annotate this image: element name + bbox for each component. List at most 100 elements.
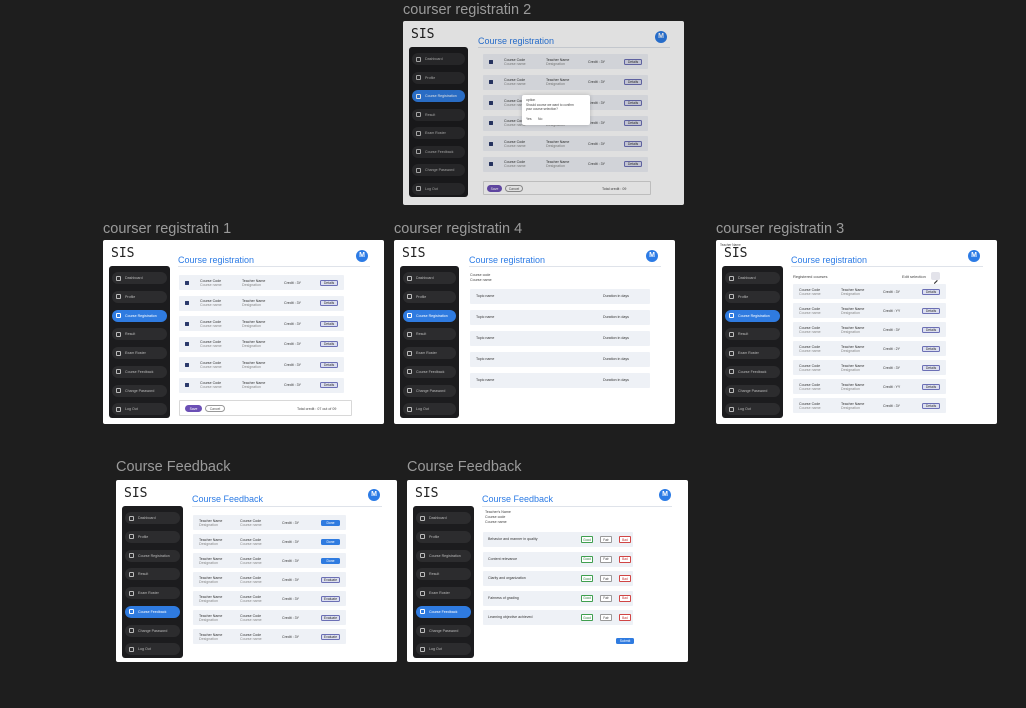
details-button[interactable]: Details [922, 307, 940, 314]
rating-good-option[interactable]: Good [581, 594, 593, 602]
details-button[interactable]: Details [320, 300, 338, 306]
sidebar-item[interactable]: Course Feedback [403, 365, 456, 378]
sidebar-item[interactable]: Result [125, 568, 180, 581]
rating-fair-option[interactable]: Fair [600, 555, 612, 563]
rating-good-option[interactable]: Good [581, 555, 593, 563]
details-button[interactable]: Details [320, 361, 338, 368]
sidebar-item[interactable]: Dashboard [112, 272, 167, 284]
evaluate-button[interactable]: Evaluate [321, 633, 340, 640]
rating-bad-option[interactable]: Bad [619, 555, 631, 563]
sidebar-item[interactable]: Log Out [416, 643, 471, 656]
rating-fair-option[interactable]: Fair [600, 594, 612, 602]
done-button[interactable]: Done [321, 557, 340, 564]
rating-fair-option[interactable]: Fair [600, 575, 612, 582]
sidebar-item-label: Change Password [738, 388, 768, 393]
evaluate-button[interactable]: Evaluate [321, 595, 340, 602]
details-button[interactable]: Details [922, 326, 940, 333]
details-button[interactable]: Details [922, 345, 940, 352]
sidebar-item-label: Course Feedback [738, 369, 767, 374]
sidebar-item[interactable]: Course Feedback [416, 605, 471, 618]
sidebar-item[interactable]: Result [112, 328, 167, 341]
checkbox[interactable] [185, 383, 189, 387]
sidebar-item[interactable]: Profile [112, 290, 167, 303]
details-button[interactable]: Details [320, 279, 338, 286]
rating-good-option[interactable]: Good [581, 536, 593, 543]
sidebar-item[interactable]: Profile [125, 530, 180, 543]
rating-bad-option[interactable]: Bad [619, 536, 631, 543]
sidebar-item[interactable]: Exam Roster [125, 587, 180, 599]
sidebar-item[interactable]: Dashboard [125, 512, 180, 524]
sidebar-item[interactable]: Change Password [112, 384, 167, 397]
dialog-no-button[interactable]: No [538, 117, 542, 121]
course-name: Course name [200, 282, 222, 287]
sidebar-item[interactable]: Log Out [112, 403, 167, 416]
sidebar-item[interactable]: Course Registration [725, 309, 780, 322]
details-button[interactable]: Details [320, 320, 338, 327]
sidebar-item[interactable]: Course Feedback [112, 365, 167, 378]
save-button[interactable]: Save [185, 405, 202, 412]
done-button[interactable]: Done [321, 519, 340, 526]
rating-fair-option[interactable]: Fair [600, 536, 612, 543]
checkbox[interactable] [185, 280, 189, 285]
sidebar-item[interactable]: Log Out [403, 403, 456, 416]
sidebar-item[interactable]: Result [416, 568, 471, 581]
avatar[interactable]: M [356, 250, 368, 262]
sidebar-item[interactable]: Course Registration [112, 309, 167, 322]
sidebar-item[interactable]: Result [725, 328, 780, 341]
sidebar-item[interactable]: Dashboard [416, 512, 471, 524]
sidebar-item[interactable]: Change Password [403, 384, 456, 397]
sidebar-item[interactable]: Course Registration [416, 549, 471, 562]
course-name: Course name [485, 520, 507, 524]
details-button[interactable]: Details [922, 383, 940, 390]
sidebar-item-label: Dashboard [416, 276, 434, 280]
sidebar-item[interactable]: Change Password [725, 384, 780, 397]
details-button[interactable]: Details [922, 364, 940, 371]
sidebar-item[interactable]: Log Out [725, 403, 780, 416]
sidebar-item[interactable]: Course Feedback [125, 605, 180, 618]
sidebar-item[interactable]: Profile [725, 290, 780, 303]
sidebar-item[interactable]: Exam Roster [112, 347, 167, 359]
details-button[interactable]: Details [320, 382, 338, 388]
checkbox[interactable] [185, 321, 189, 326]
sidebar-item[interactable]: Dashboard [725, 272, 780, 284]
done-button[interactable]: Done [321, 538, 340, 545]
teacher-cell: Teacher NameDesignation [199, 576, 222, 584]
sidebar-item[interactable]: Dashboard [403, 272, 456, 284]
sidebar-item[interactable]: Change Password [125, 624, 180, 637]
course-name: Course name [200, 344, 222, 349]
checkbox[interactable] [185, 301, 189, 305]
sidebar-item[interactable]: Exam Roster [416, 587, 471, 599]
rating-fair-option[interactable]: Fair [600, 614, 612, 621]
details-button[interactable]: Details [922, 288, 940, 295]
sidebar-item[interactable]: Course Registration [403, 309, 456, 322]
rating-good-option[interactable]: Good [581, 575, 593, 582]
evaluate-button[interactable]: Evaluate [321, 576, 340, 583]
sidebar-item[interactable]: Course Feedback [725, 365, 780, 378]
sidebar-item[interactable]: Course Registration [125, 549, 180, 562]
avatar[interactable]: M [368, 489, 380, 501]
submit-button[interactable]: Submit [616, 638, 634, 644]
sidebar-item[interactable]: Result [403, 328, 456, 341]
checkbox[interactable] [185, 342, 189, 346]
sidebar-item[interactable]: Profile [416, 530, 471, 543]
dialog-yes-button[interactable]: Yes [526, 117, 532, 121]
rating-good-option[interactable]: Good [581, 614, 593, 621]
rating-bad-option[interactable]: Bad [619, 575, 631, 582]
evaluate-button[interactable]: Evaluate [321, 614, 340, 621]
edit-icon[interactable] [931, 272, 940, 284]
rating-bad-option[interactable]: Bad [619, 594, 631, 602]
cancel-button[interactable]: Cancel [205, 405, 225, 412]
avatar[interactable]: M [968, 250, 980, 262]
checkbox[interactable] [185, 362, 189, 367]
avatar[interactable]: M [659, 489, 671, 501]
sidebar-item[interactable]: Exam Roster [725, 347, 780, 359]
rating-bad-option[interactable]: Bad [619, 614, 631, 621]
sidebar-item[interactable]: Exam Roster [403, 347, 456, 359]
details-button[interactable]: Details [922, 402, 940, 409]
sidebar-item[interactable]: Log Out [125, 643, 180, 656]
avatar[interactable]: M [646, 250, 658, 262]
details-button[interactable]: Details [320, 341, 338, 347]
sidebar-item[interactable]: Change Password [416, 624, 471, 637]
sidebar-item[interactable]: Profile [403, 290, 456, 303]
frame-reg1: SIS M Dashboard Profile Course Registratio… [103, 240, 384, 424]
